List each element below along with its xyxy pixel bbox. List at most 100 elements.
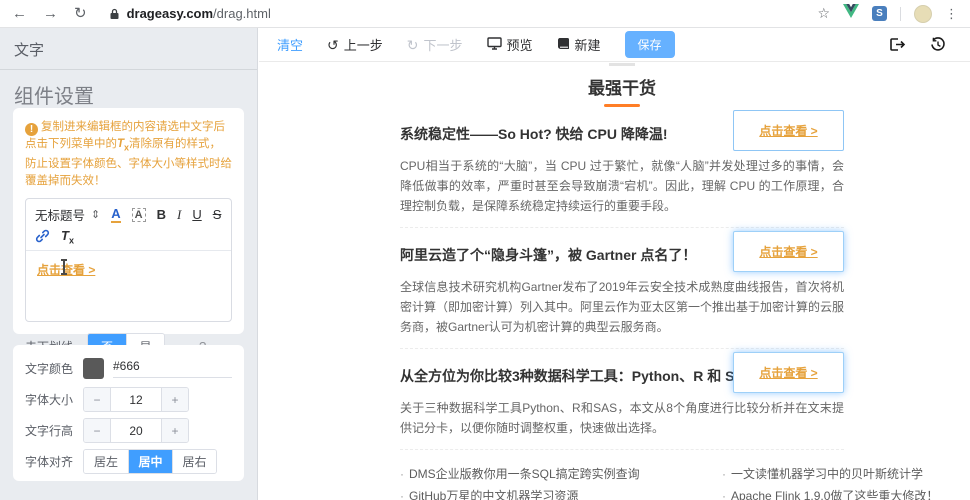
bullet-icon: · <box>400 467 404 481</box>
section-heading[interactable]: 从全方位为你比较3种数据科学工具：Python、R 和 SAS <box>400 366 754 386</box>
text-align-label: 字体对齐 <box>25 455 74 469</box>
font-size-increment-button[interactable]: + <box>162 388 188 411</box>
back-icon[interactable]: ← <box>12 6 27 21</box>
undo-icon: ↺ <box>327 36 339 53</box>
paste-warning: ! 复制进来编辑框的内容请选中文字后点击下列菜单中的Tx清除原有的样式，防止设置字… <box>25 119 232 190</box>
editor-content[interactable]: 点击查看 > <box>26 251 231 288</box>
highlight-color-button[interactable]: A <box>131 207 146 222</box>
reload-icon[interactable]: ↻ <box>74 6 87 21</box>
list-item[interactable]: · Apache Flink 1.9.0做了这些重大修改！ <box>722 485 970 500</box>
redo-icon: ↻ <box>406 36 419 53</box>
settings-sidebar: 文字 组件设置 ! 复制进来编辑框的内容请选中文字后点击下列菜单中的Tx清除原有的… <box>0 28 258 500</box>
url-text[interactable]: drageasy.com/drag.html <box>127 6 271 21</box>
clear-format-icon: Tx <box>117 138 130 153</box>
color-swatch[interactable] <box>83 358 104 379</box>
article-content: 最强干货 系统稳定性——So Hot? 快给 CPU 降降温! 点击查看 > C… <box>400 62 938 500</box>
url-host: drageasy.com <box>126 6 214 21</box>
section-body[interactable]: 全球信息技术研究机构Gartner发布了2019年云安全技术成熟度曲线报告，首次… <box>400 277 844 337</box>
clear-button[interactable]: 清空 <box>277 35 303 54</box>
font-color-button[interactable]: A <box>111 206 121 223</box>
section-divider <box>400 227 844 228</box>
url-path: /drag.html <box>213 6 271 21</box>
cta-box-selected[interactable]: 点击查看 > <box>733 352 844 393</box>
bullet-icon: · <box>400 489 404 500</box>
redo-button[interactable]: ↻ 下一步 <box>407 35 463 54</box>
font-size-stepper: − 12 + <box>83 387 189 412</box>
cta-box-selected[interactable]: 点击查看 > <box>733 231 844 272</box>
article-section[interactable]: 系统稳定性——So Hot? 快给 CPU 降降温! 点击查看 > CPU相当于… <box>400 110 844 216</box>
text-style-card: 文字颜色 #666 字体大小 − 12 + 文字行高 − 20 + 字体对齐 居… <box>13 345 244 481</box>
bullet-icon: · <box>722 467 726 481</box>
cta-box[interactable]: 点击查看 > <box>733 110 844 151</box>
article-section[interactable]: 从全方位为你比较3种数据科学工具：Python、R 和 SAS 点击查看 > 关… <box>400 352 844 438</box>
export-icon[interactable] <box>889 37 906 52</box>
toolbar-right-icons <box>889 37 952 52</box>
monitor-icon <box>486 36 502 53</box>
browser-actions: ☆ S ⋮ <box>817 4 958 23</box>
section-body[interactable]: 关于三种数据科学工具Python、R和SAS，本文从8个角度进行比较分析并在文末… <box>400 398 844 438</box>
heading-style-select[interactable]: 无标题号 ⇕ <box>35 205 100 224</box>
font-size-decrement-button[interactable]: − <box>84 388 110 411</box>
clipped-component <box>609 63 635 66</box>
lock-icon <box>109 8 120 20</box>
section-body[interactable]: CPU相当于系统的“大脑”，当 CPU 过于繁忙，就像“人脑”并发处理过多的事情… <box>400 156 844 216</box>
forward-icon[interactable]: → <box>43 6 58 21</box>
article-title[interactable]: 最强干货 <box>400 74 844 99</box>
line-height-row: 文字行高 − 20 + <box>25 418 232 443</box>
align-center-button[interactable]: 居中 <box>128 450 172 473</box>
article-section[interactable]: 阿里云造了个“隐身斗篷”，被 Gartner 点名了！ 点击查看 > 全球信息技… <box>400 231 844 337</box>
list-item[interactable]: · GitHub万星的中文机器学习资源 <box>400 485 722 500</box>
divider <box>900 6 901 21</box>
panel-title: 文字 <box>0 28 257 70</box>
alert-icon: ! <box>25 123 38 136</box>
color-value-input[interactable]: #666 <box>113 359 232 378</box>
history-icon[interactable] <box>930 37 946 52</box>
strikethrough-button[interactable]: S <box>213 207 222 222</box>
browser-chrome: ← → ↻ drageasy.com/drag.html ☆ S ⋮ <box>0 0 970 28</box>
book-icon <box>557 37 570 53</box>
preview-button[interactable]: 预览 <box>486 35 533 54</box>
editor-action-toolbar: 清空 ↺ 上一步 ↻ 下一步 预览 新建 保存 <box>259 28 970 62</box>
preview-canvas[interactable]: 最强干货 系统稳定性——So Hot? 快给 CPU 降降温! 点击查看 > C… <box>259 62 970 500</box>
vue-devtools-icon[interactable] <box>843 4 859 23</box>
line-height-stepper: − 20 + <box>83 418 189 443</box>
undo-button[interactable]: ↺ 上一步 <box>327 35 383 54</box>
rich-text-editor: 无标题号 ⇕ A A B I U S Tx 点击查看 > <box>25 198 232 323</box>
text-color-row: 文字颜色 #666 <box>25 356 232 381</box>
extension-icon[interactable]: S <box>872 6 887 21</box>
list-item[interactable]: · DMS企业版教你用一条SQL搞定跨实例查询 <box>400 463 722 485</box>
align-left-button[interactable]: 居左 <box>84 450 128 473</box>
line-height-increment-button[interactable]: + <box>162 419 188 442</box>
bold-button[interactable]: B <box>157 207 166 222</box>
updown-arrows-icon: ⇕ <box>91 209 101 222</box>
underline-button[interactable]: U <box>192 207 201 222</box>
font-size-row: 字体大小 − 12 + <box>25 387 232 412</box>
text-cursor <box>61 258 67 275</box>
save-button[interactable]: 保存 <box>624 31 675 58</box>
italic-button[interactable]: I <box>177 207 181 223</box>
line-height-label: 文字行高 <box>25 424 74 438</box>
bullet-icon: · <box>722 489 726 500</box>
browser-menu-icon[interactable]: ⋮ <box>945 6 958 22</box>
section-divider <box>400 348 844 349</box>
bookmark-star-icon[interactable]: ☆ <box>817 5 830 22</box>
line-height-value[interactable]: 20 <box>110 419 162 442</box>
clear-format-button[interactable]: Tx <box>61 228 74 246</box>
section-heading[interactable]: 阿里云造了个“隐身斗篷”，被 Gartner 点名了！ <box>400 245 722 265</box>
address-bar[interactable]: drageasy.com/drag.html <box>109 6 818 21</box>
text-edit-card: ! 复制进来编辑框的内容请选中文字后点击下列菜单中的Tx清除原有的样式，防止设置字… <box>13 108 244 360</box>
link-icon[interactable] <box>35 229 50 246</box>
settings-heading: 组件设置 <box>14 86 94 108</box>
article-link-list: · DMS企业版教你用一条SQL搞定跨实例查询 · 一文读懂机器学习中的贝叶斯统计学… <box>400 463 938 500</box>
profile-avatar[interactable] <box>914 4 932 23</box>
align-right-button[interactable]: 居右 <box>172 450 216 473</box>
section-divider <box>400 449 844 450</box>
line-height-decrement-button[interactable]: − <box>84 419 110 442</box>
font-size-label: 字体大小 <box>25 393 74 407</box>
editor-toolbar: 无标题号 ⇕ A A B I U S Tx <box>26 199 231 251</box>
list-item[interactable]: · 一文读懂机器学习中的贝叶斯统计学 <box>722 463 970 485</box>
text-color-label: 文字颜色 <box>25 362 74 376</box>
section-heading[interactable]: 系统稳定性——So Hot? 快给 CPU 降降温! <box>400 124 722 144</box>
font-size-value[interactable]: 12 <box>110 388 162 411</box>
create-new-button[interactable]: 新建 <box>557 35 601 54</box>
